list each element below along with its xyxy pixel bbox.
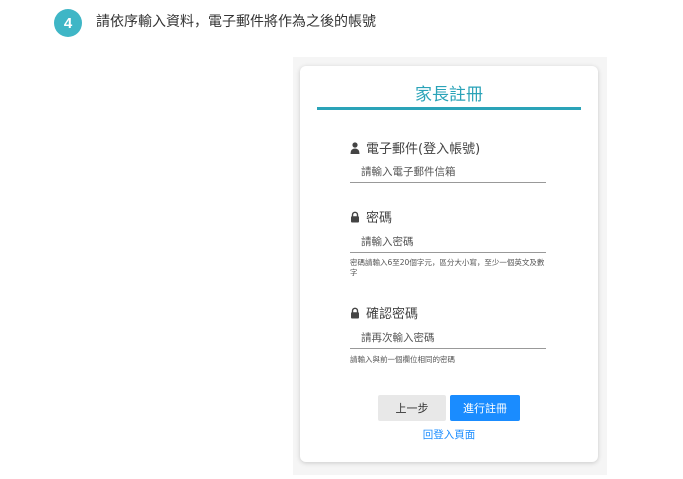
confirm-password-input[interactable] bbox=[350, 327, 546, 349]
email-label-text: 電子郵件(登入帳號) bbox=[366, 142, 481, 157]
lock-icon bbox=[350, 307, 360, 319]
confirm-password-label: 確認密碼 bbox=[350, 303, 418, 322]
register-button[interactable]: 進行註冊 bbox=[450, 395, 520, 421]
previous-step-button[interactable]: 上一步 bbox=[378, 395, 446, 421]
title-underline bbox=[317, 107, 581, 110]
password-hint: 密碼請輸入6至20個字元，區分大小寫，至少一個英文及數字 bbox=[350, 258, 545, 277]
step-instruction: 請依序輸入資料，電子郵件將作為之後的帳號 bbox=[96, 14, 376, 30]
email-label: 電子郵件(登入帳號) bbox=[350, 138, 480, 157]
form-title: 家長註冊 bbox=[415, 85, 483, 105]
email-input[interactable] bbox=[350, 161, 546, 183]
password-input[interactable] bbox=[350, 231, 546, 253]
lock-icon bbox=[350, 211, 360, 223]
confirm-password-hint: 請輸入與前一個欄位相同的密碼 bbox=[350, 355, 455, 364]
password-label: 密碼 bbox=[350, 207, 392, 226]
confirm-password-label-text: 確認密碼 bbox=[366, 307, 419, 322]
step-number-badge: 4 bbox=[54, 9, 82, 37]
back-to-login-link[interactable]: 回登入頁面 bbox=[410, 427, 488, 442]
password-label-text: 密碼 bbox=[366, 211, 393, 226]
user-icon bbox=[350, 141, 360, 154]
